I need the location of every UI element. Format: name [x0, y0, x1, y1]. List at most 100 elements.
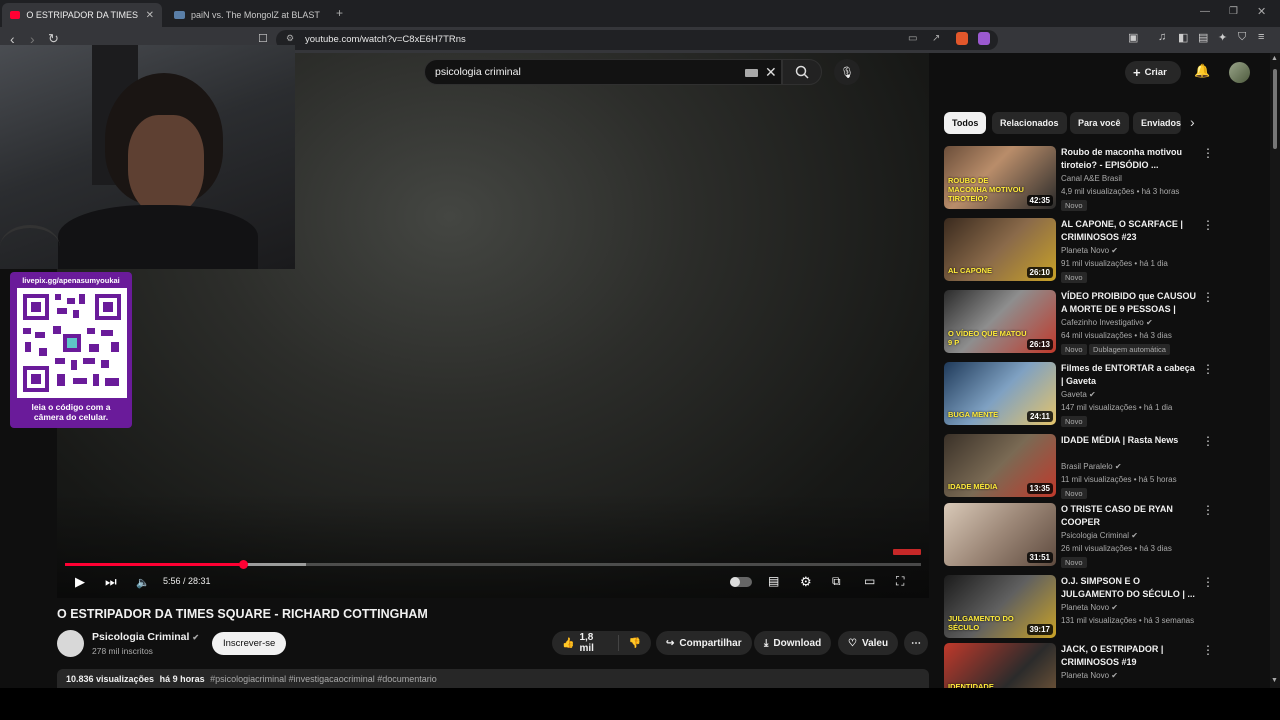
music-icon[interactable]: ♫	[1158, 31, 1166, 43]
recommendation-title[interactable]: IDADE MÉDIA | Rasta News	[1061, 434, 1199, 447]
scroll-down-icon[interactable]: ▼	[1271, 677, 1278, 684]
more-vertical-icon[interactable]: ⋮	[1202, 503, 1214, 517]
next-button[interactable]: ⏭	[105, 574, 117, 590]
chevron-right-icon[interactable]: ›	[1190, 114, 1195, 130]
minimize-icon[interactable]: —	[1200, 6, 1210, 17]
hashtags[interactable]: #psicologiacriminal #investigacaocrimina…	[210, 674, 437, 684]
video-thumbnail[interactable]: ROUBO DE MACONHA MOTIVOU TIROTEIO? 42:35	[944, 146, 1056, 209]
chip-enviados[interactable]: Enviados	[1133, 112, 1181, 134]
recommendation-card[interactable]: BUGA MENTE 24:11 Filmes de ENTORTAR a ca…	[944, 362, 1224, 428]
recommendation-channel[interactable]: Psicologia Criminal ✔	[1061, 531, 1138, 540]
video-thumbnail[interactable]: O VÍDEO QUE MATOU 9 P 26:13	[944, 290, 1056, 353]
recommendation-meta: 91 mil visualizações • há 1 dia	[1061, 259, 1168, 268]
video-thumbnail[interactable]: JULGAMENTO DO SÉCULO 39:17	[944, 575, 1056, 638]
recommendation-title[interactable]: Roubo de maconha motivou tiroteio? - EPI…	[1061, 146, 1199, 172]
video-title: O ESTRIPADOR DA TIMES SQUARE - RICHARD C…	[57, 607, 428, 621]
recommendation-channel[interactable]: Planeta Novo ✔	[1061, 671, 1118, 680]
dislike-button[interactable]: 👎	[619, 638, 651, 649]
recommendation-channel[interactable]: Planeta Novo ✔	[1061, 246, 1118, 255]
brave-shields-icon[interactable]	[956, 32, 968, 45]
wallet-icon[interactable]: ▤	[1198, 31, 1208, 44]
address-bar[interactable]: ⚙ youtube.com/watch?v=C8xE6H7TRns ▭ ↗	[276, 30, 998, 50]
recommendation-channel[interactable]: Gaveta ✔	[1061, 390, 1096, 399]
scrollbar[interactable]: ▲ ▼	[1270, 53, 1280, 688]
share-button[interactable]: ↪ Compartilhar	[656, 631, 752, 655]
recommendation-title[interactable]: O TRISTE CASO DE RYAN COOPER	[1061, 503, 1199, 529]
progress-scrubber[interactable]	[239, 560, 249, 569]
recommendation-channel[interactable]: Canal A&E Brasil	[1061, 174, 1122, 183]
search-input[interactable]: psicologia criminal	[435, 66, 521, 78]
recommendation-channel[interactable]: Brasil Paralelo ✔	[1061, 462, 1122, 471]
keyboard-icon[interactable]	[745, 69, 758, 77]
site-info-icon[interactable]: ⚙	[286, 33, 294, 44]
download-button[interactable]: ⤓ Download	[754, 631, 832, 655]
recommendation-channel[interactable]: Planeta Novo ✔	[1061, 603, 1118, 612]
more-vertical-icon[interactable]: ⋮	[1202, 146, 1214, 160]
thanks-button[interactable]: ♡ Valeu	[838, 631, 899, 655]
share-icon[interactable]: ↗	[932, 33, 940, 44]
recommendation-title[interactable]: O.J. SIMPSON E O JULGAMENTO DO SÉCULO | …	[1061, 575, 1199, 601]
video-thumbnail[interactable]: 31:51	[944, 503, 1056, 566]
video-thumbnail[interactable]: AL CAPONE 26:10	[944, 218, 1056, 281]
vpn-icon[interactable]: ⛉	[1238, 31, 1246, 44]
channel-name[interactable]: Psicologia Criminal ✔	[92, 631, 199, 643]
subscribe-button[interactable]: Inscrever-se	[212, 632, 287, 655]
more-vertical-icon[interactable]: ⋮	[1202, 290, 1214, 304]
fullscreen-button[interactable]: ⛶	[896, 574, 904, 589]
more-vertical-icon[interactable]: ⋮	[1202, 434, 1214, 448]
recommendation-title[interactable]: Filmes de ENTORTAR a cabeça | Gaveta	[1061, 362, 1199, 388]
new-tab-icon[interactable]: +	[336, 6, 343, 20]
search-box[interactable]: psicologia criminal ✕	[424, 59, 782, 85]
chip-relacionados[interactable]: Relacionados	[992, 112, 1067, 134]
clear-search-icon[interactable]: ✕	[765, 64, 777, 81]
recommendation-title[interactable]: VÍDEO PROIBIDO que CAUSOU A MORTE DE 9 P…	[1061, 290, 1199, 316]
bookmark-icon[interactable]: ☐	[258, 32, 268, 45]
progress-bar[interactable]	[65, 560, 921, 569]
autoplay-toggle[interactable]	[730, 577, 752, 587]
chip-todos[interactable]: Todos	[944, 112, 987, 134]
play-button[interactable]: ▶	[75, 574, 85, 590]
restore-icon[interactable]: ❐	[1229, 6, 1238, 17]
miniplayer-button[interactable]: ⧉	[832, 574, 841, 589]
create-button[interactable]: + Criar	[1125, 61, 1181, 84]
recommendation-card[interactable]: JULGAMENTO DO SÉCULO 39:17 O.J. SIMPSON …	[944, 575, 1224, 641]
close-tab-icon[interactable]: ✕	[146, 10, 154, 21]
tab-youtube-video[interactable]: O ESTRIPADOR DA TIMES SQUAR ✕	[2, 3, 162, 27]
volume-button[interactable]: 🔈	[136, 576, 150, 589]
more-vertical-icon[interactable]: ⋮	[1202, 362, 1214, 376]
scrollbar-thumb[interactable]	[1273, 69, 1277, 149]
recommendation-title[interactable]: JACK, O ESTRIPADOR | CRIMINOSOS #19	[1061, 643, 1199, 669]
tab-blast-match[interactable]: paiN vs. The MongolZ at BLAST Boun	[166, 3, 330, 27]
theater-button[interactable]: ▭	[864, 574, 875, 588]
brave-rewards-icon[interactable]	[978, 32, 990, 45]
sidebar-icon[interactable]: ▣	[1128, 31, 1138, 44]
notifications-icon[interactable]: 🔔	[1194, 63, 1210, 79]
recommendation-title[interactable]: AL CAPONE, O SCARFACE | CRIMINOSOS #23	[1061, 218, 1199, 244]
reading-view-icon[interactable]: ◧	[1178, 31, 1188, 44]
channel-avatar[interactable]	[57, 630, 84, 657]
more-actions-button[interactable]: ⋯	[904, 631, 928, 655]
recommendation-card[interactable]: O VÍDEO QUE MATOU 9 P 26:13 VÍDEO PROIBI…	[944, 290, 1224, 356]
more-vertical-icon[interactable]: ⋮	[1202, 575, 1214, 589]
like-button[interactable]: 👍 1,8 mil	[552, 632, 619, 654]
chip-para-voce[interactable]: Para você	[1070, 112, 1129, 134]
avatar[interactable]	[1229, 62, 1250, 83]
leo-ai-icon[interactable]: ✦	[1218, 31, 1227, 44]
menu-icon[interactable]: ≡	[1258, 31, 1264, 43]
video-thumbnail[interactable]: BUGA MENTE 24:11	[944, 362, 1056, 425]
video-thumbnail[interactable]: IDADE MÉDIA 13:35	[944, 434, 1056, 497]
voice-search-button[interactable]: 🎙	[834, 59, 860, 85]
recommendation-card[interactable]: 31:51 O TRISTE CASO DE RYAN COOPER Psico…	[944, 503, 1224, 569]
close-window-icon[interactable]: ✕	[1257, 5, 1266, 18]
recommendation-card[interactable]: ROUBO DE MACONHA MOTIVOU TIROTEIO? 42:35…	[944, 146, 1224, 212]
recommendation-channel[interactable]: Cafezinho Investigativo ✔	[1061, 318, 1153, 327]
settings-button[interactable]: ⚙	[800, 574, 812, 590]
more-vertical-icon[interactable]: ⋮	[1202, 643, 1214, 657]
search-button[interactable]	[782, 59, 822, 85]
subtitles-button[interactable]: ▤	[768, 574, 779, 588]
cast-icon[interactable]: ▭	[908, 33, 917, 44]
more-vertical-icon[interactable]: ⋮	[1202, 218, 1214, 232]
recommendation-card[interactable]: IDADE MÉDIA 13:35 IDADE MÉDIA | Rasta Ne…	[944, 434, 1224, 500]
recommendation-card[interactable]: AL CAPONE 26:10 AL CAPONE, O SCARFACE | …	[944, 218, 1224, 284]
scroll-up-icon[interactable]: ▲	[1271, 55, 1278, 62]
